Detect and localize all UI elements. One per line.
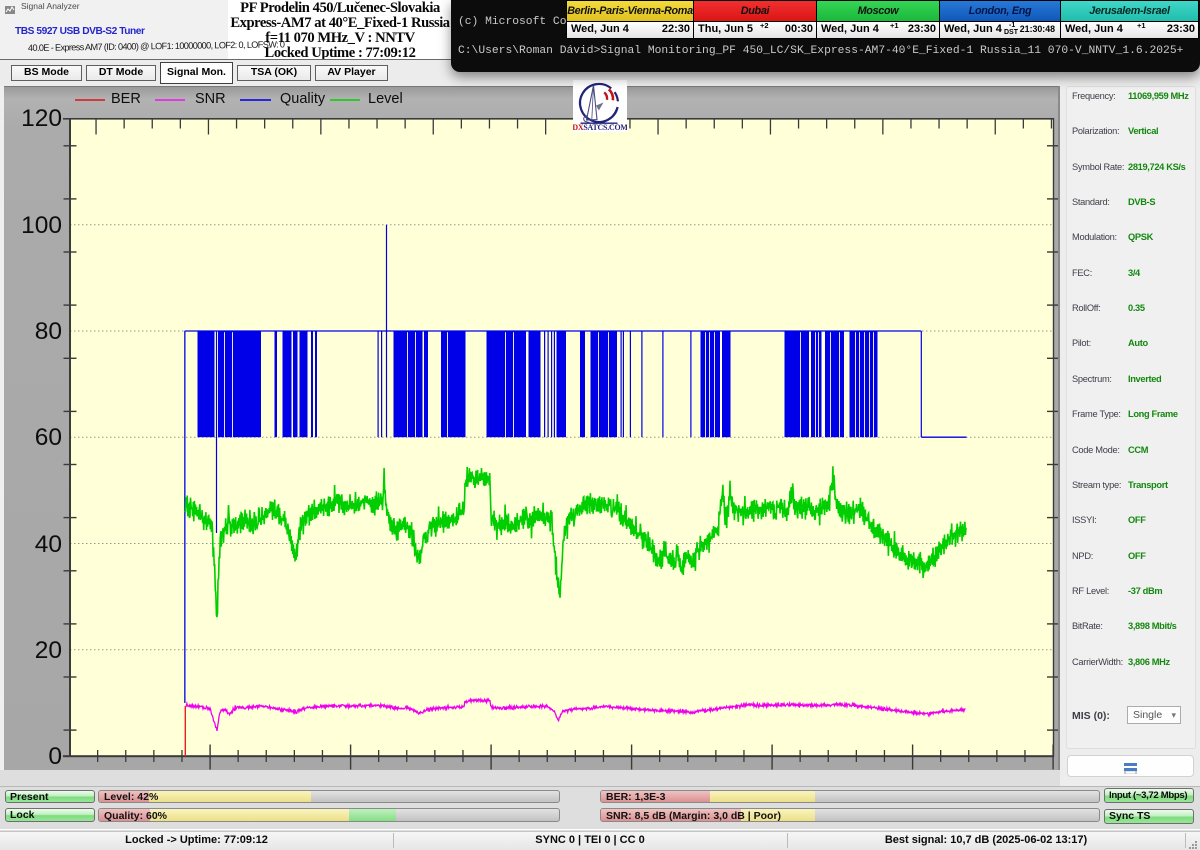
- svg-text:DXSATCS.COM: DXSATCS.COM: [573, 123, 627, 132]
